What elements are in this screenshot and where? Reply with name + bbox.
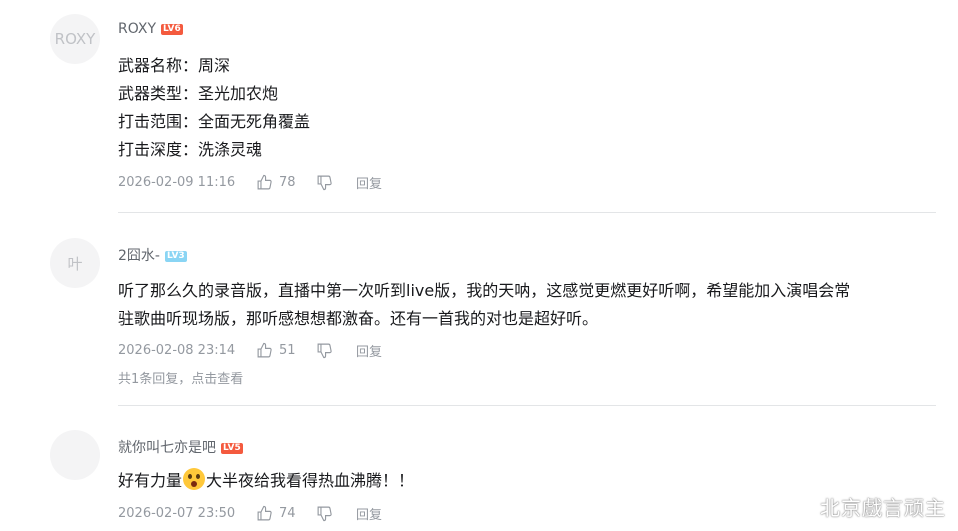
content-line: 武器类型：圣光加农炮	[118, 84, 279, 103]
like-count: 78	[279, 174, 296, 190]
thumbs-up-icon	[257, 505, 272, 520]
avatar-image: ROXY	[54, 30, 96, 48]
thumbs-up-icon	[257, 342, 272, 357]
avatar[interactable]: ROXY	[50, 14, 100, 64]
comment-content: 听了那么久的录音版，直播中第一次听到live版，我的天呐，这感觉更燃更好听啊，希…	[118, 277, 850, 333]
divider	[118, 212, 936, 213]
username-text: 就你叫七亦是吧	[118, 440, 216, 456]
timestamp: 2026-02-07 23:50	[118, 505, 236, 521]
level-badge: LV6	[161, 23, 183, 35]
username[interactable]: 2囧水- LV3	[118, 245, 187, 265]
reply-button[interactable]: 回复	[356, 341, 382, 360]
avatar[interactable]	[50, 430, 100, 480]
content-line: 打击范围：全面无死角覆盖	[118, 112, 311, 131]
username-text: 2囧水-	[118, 248, 160, 264]
like-button[interactable]: 78	[256, 174, 316, 191]
dislike-button[interactable]	[316, 505, 356, 522]
view-replies-link[interactable]: 共1条回复，点击查看	[118, 368, 243, 387]
content-text: 好有力量	[118, 471, 183, 490]
watermark: 北京戲言顽主	[820, 496, 946, 520]
content-line: 听了那么久的录音版，直播中第一次听到live版，我的天呐，这感觉更燃更好听啊，希…	[118, 281, 851, 300]
avatar[interactable]: 叶	[50, 238, 100, 288]
like-button[interactable]: 51	[256, 342, 316, 359]
avatar-image: 叶	[67, 254, 83, 273]
reply-button[interactable]: 回复	[356, 173, 382, 192]
level-badge: LV3	[164, 250, 187, 262]
timestamp: 2026-02-08 23:14	[118, 342, 236, 358]
like-button[interactable]: 74	[256, 505, 316, 522]
username-text: ROXY	[118, 21, 156, 37]
level-badge: LV5	[221, 442, 243, 454]
avatar-image	[50, 430, 100, 480]
dislike-button[interactable]	[316, 342, 356, 359]
content-line: 武器名称：周深	[118, 56, 231, 75]
comment-meta: 2026-02-09 11:16 78 回复	[118, 172, 382, 192]
like-count: 74	[279, 505, 296, 521]
content-line: 打击深度：洗涤灵魂	[118, 140, 263, 159]
comment-meta: 2026-02-08 23:14 51 回复	[118, 340, 382, 360]
username[interactable]: ROXY LV6	[118, 21, 183, 37]
comment-meta: 2026-02-07 23:50 74 回复	[118, 503, 382, 523]
content-text: 大半夜给我看得热血沸腾！！	[206, 471, 415, 490]
username[interactable]: 就你叫七亦是吧 LV5	[118, 437, 243, 457]
shocked-emoji-icon	[183, 468, 206, 490]
comment-content: 武器名称：周深 武器类型：圣光加农炮 打击范围：全面无死角覆盖 打击深度：洗涤灵…	[118, 52, 310, 164]
thumbs-down-icon	[317, 343, 332, 358]
thumbs-down-icon	[317, 175, 332, 190]
reply-button[interactable]: 回复	[356, 504, 382, 523]
timestamp: 2026-02-09 11:16	[118, 174, 236, 190]
thumbs-down-icon	[317, 506, 332, 521]
like-count: 51	[279, 342, 296, 358]
divider	[118, 405, 936, 406]
thumbs-up-icon	[257, 174, 272, 189]
content-line: 好有力量 大半夜给我看得热血沸腾！！	[118, 467, 414, 495]
dislike-button[interactable]	[316, 174, 356, 191]
content-line: 驻歌曲听现场版，那听感想想都激奋。还有一首我的对也是超好听。	[118, 309, 599, 328]
comment-content: 好有力量 大半夜给我看得热血沸腾！！	[118, 467, 414, 495]
